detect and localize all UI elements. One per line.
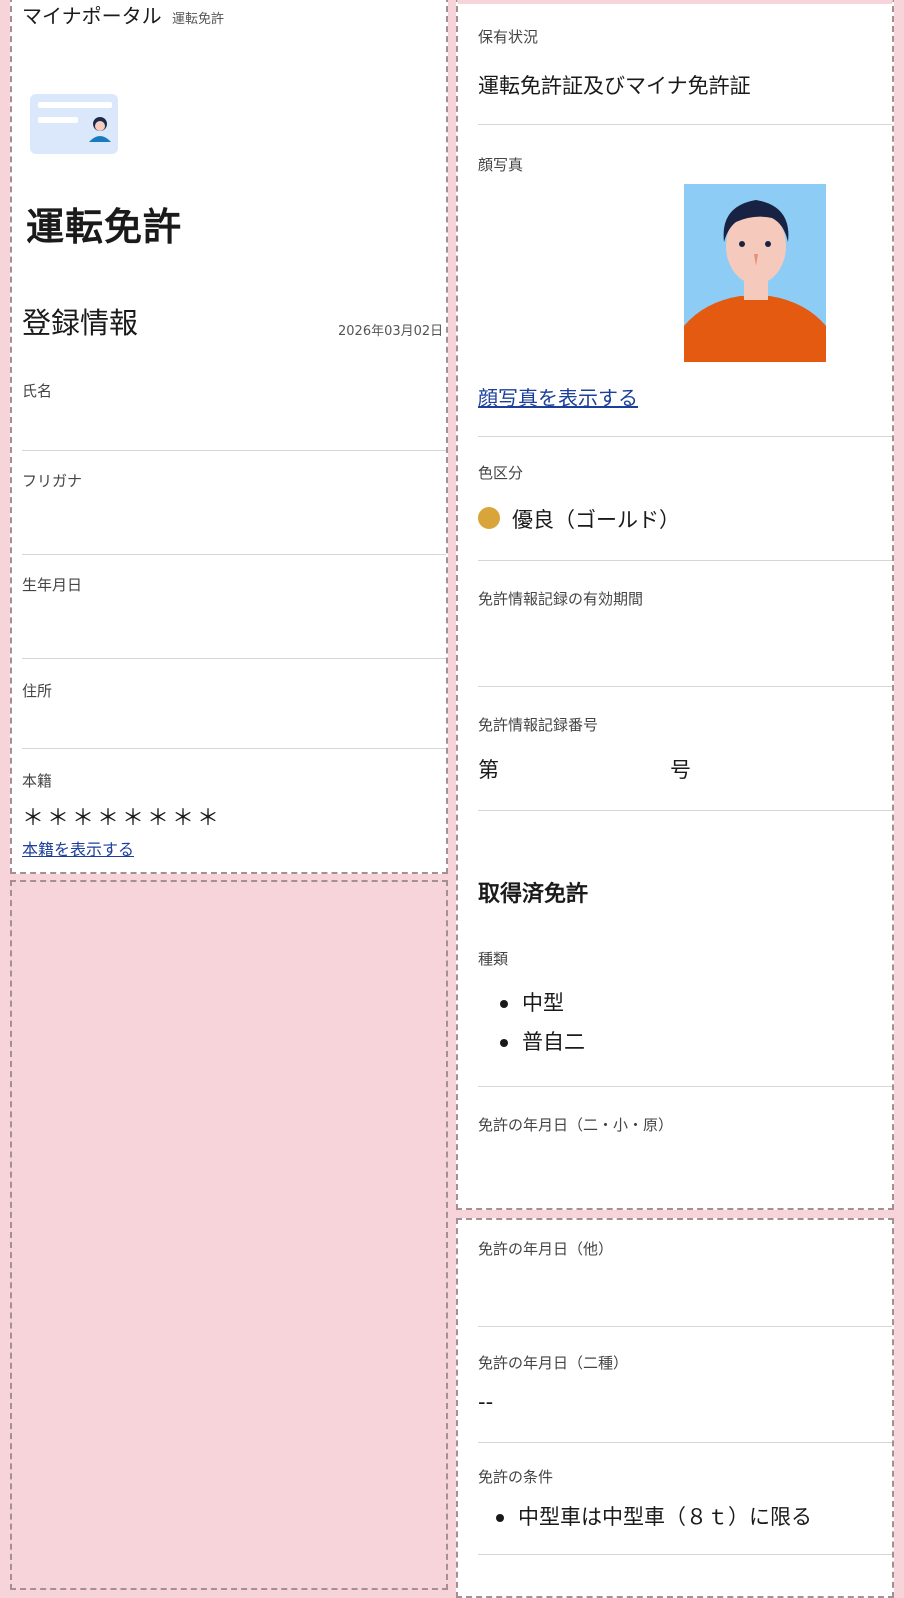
conditions-list: 中型車は中型車（８ｔ）に限る [494,1498,812,1537]
divider [22,450,446,451]
divider [22,554,446,555]
list-item: 中型 [498,984,585,1023]
types-list: 中型 普自二 [498,984,585,1062]
status-value: 運転免許証及びマイナ免許証 [478,74,751,98]
photo-label: 顔写真 [478,156,524,174]
date-second-value: -- [478,1390,494,1414]
acquired-heading: 取得済免許 [478,882,589,907]
divider [478,1326,892,1327]
color-category-value: 優良（ゴールド） [512,508,680,532]
status-label: 保有状況 [478,28,539,46]
registration-panel: マイナポータル 運転免許 運転免許 登録情報 2026年03月02日 氏名 フリ… [10,0,448,874]
license-card-icon [30,94,118,154]
show-photo-link[interactable]: 顔写真を表示する [478,382,638,411]
honseki-label: 本籍 [22,772,53,790]
divider [478,1554,892,1555]
record-number-prefix: 第 [478,758,499,782]
record-number-label: 免許情報記録番号 [478,716,599,734]
page-title: 運転免許 [26,205,183,249]
address-label: 住所 [22,682,53,700]
license-dates-panel: 免許の年月日（他） 免許の年月日（二種） -- 免許の条件 中型車は中型車（８ｔ… [456,1218,894,1598]
name-label: 氏名 [22,382,53,400]
show-honseki-link[interactable]: 本籍を表示する [22,836,134,860]
types-label: 種類 [478,950,509,968]
honseki-masked-value: ＊＊＊＊＊＊＊＊ [22,806,223,831]
registration-date: 2026年03月02日 [338,324,444,339]
conditions-label: 免許の条件 [478,1468,554,1486]
furigana-label: フリガナ [22,472,83,490]
validity-label: 免許情報記録の有効期間 [478,590,644,608]
divider [478,560,892,561]
divider [22,658,446,659]
app-title[interactable]: マイナポータル [22,0,162,29]
divider [478,686,892,687]
license-details-panel: 保有状況 運転免許証及びマイナ免許証 顔写真 顔写真を表示する 色区分 優良（ゴ… [456,0,894,1210]
empty-panel [10,880,448,1590]
date-2small-label: 免許の年月日（二・小・原） [478,1116,674,1134]
divider [478,436,892,437]
breadcrumb: 運転免許 [172,12,225,27]
record-number-suffix: 号 [670,758,691,782]
divider [22,748,446,749]
divider [478,1442,892,1443]
divider [478,124,892,125]
face-photo [684,184,826,362]
divider [478,810,892,811]
color-category-label: 色区分 [478,464,524,482]
gold-dot-icon [478,507,500,529]
list-item: 普自二 [498,1023,585,1062]
date-other-label: 免許の年月日（他） [478,1240,614,1258]
date-second-label: 免許の年月日（二種） [478,1354,629,1372]
birthdate-label: 生年月日 [22,576,83,594]
registration-heading: 登録情報 [22,306,139,340]
divider [478,1086,892,1087]
list-item: 中型車は中型車（８ｔ）に限る [494,1498,812,1537]
